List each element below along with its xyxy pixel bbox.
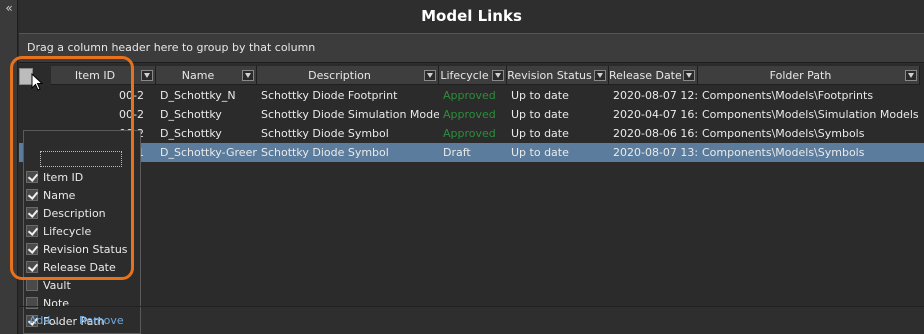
col-header-label: Item ID	[74, 69, 116, 82]
checkbox[interactable]	[26, 297, 38, 309]
checkbox[interactable]	[26, 225, 38, 237]
cell-lifecycle: Approved	[443, 89, 496, 102]
add-button[interactable]: Add...	[29, 314, 61, 327]
cell-description: Schottky Diode Simulation Model	[261, 108, 439, 121]
model-links-grid: Item ID Name Description Lifecycle Revis…	[19, 64, 924, 334]
chooser-item-label: Item ID	[43, 171, 84, 184]
chooser-item-release-date[interactable]: Release Date	[26, 259, 140, 277]
col-header-revision-status[interactable]: Revision Status	[507, 66, 609, 85]
cell-name: D_Schottky	[160, 108, 222, 121]
checkbox[interactable]	[26, 171, 38, 183]
filter-icon[interactable]	[594, 70, 606, 81]
checkbox[interactable]	[26, 243, 38, 255]
group-by-bar[interactable]: Drag a column header here to group by th…	[19, 33, 924, 63]
cell-name: D_Schottky_N	[160, 89, 236, 102]
checkbox[interactable]	[26, 189, 38, 201]
cell-description: Schottky Diode Symbol	[261, 127, 389, 140]
col-header-label: Name	[181, 69, 215, 82]
col-header-lifecycle[interactable]: Lifecycle	[439, 66, 507, 85]
cell-folder-path: Components\Models\Symbols	[702, 146, 865, 159]
table-row[interactable]: 00-2 D_Schottky Schottky Diode Simulatio…	[19, 105, 924, 124]
group-hint: Drag a column header here to group by th…	[27, 41, 316, 54]
cell-name: D_Schottky-Green	[160, 146, 257, 159]
cell-name: D_Schottky	[160, 127, 222, 140]
cell-description: Schottky Diode Footprint	[261, 89, 398, 102]
cell-lifecycle: Approved	[443, 127, 496, 140]
chooser-item-vault[interactable]: Vault	[26, 277, 140, 295]
cell-item-id: 00-2	[119, 108, 144, 121]
cell-lifecycle: Draft	[443, 146, 471, 159]
footer-divider	[19, 306, 924, 307]
chooser-item-label: Release Date	[43, 261, 116, 274]
chooser-item-description[interactable]: Description	[26, 205, 140, 223]
col-header-item-id[interactable]: Item ID	[51, 66, 156, 85]
cell-release-date: 2020-08-07 12:32	[613, 89, 698, 102]
cell-revision-status: Up to date	[511, 146, 569, 159]
column-chooser-dropdown: Item ID Name Description Lifecycle Revis…	[23, 130, 141, 334]
checkbox[interactable]	[26, 261, 38, 273]
cell-release-date: 2020-08-07 13:06	[613, 146, 698, 159]
chooser-item-label: Vault	[43, 279, 71, 292]
cell-revision-status: Up to date	[511, 127, 569, 140]
filter-icon[interactable]	[242, 70, 254, 81]
table-row[interactable]: 00-2 D_Schottky Schottky Diode Symbol Ap…	[19, 124, 924, 143]
chooser-item-label: Description	[43, 207, 106, 220]
filter-icon[interactable]	[492, 70, 504, 81]
mouse-cursor-icon	[31, 73, 44, 91]
collapse-icon[interactable]: «	[2, 2, 16, 16]
col-header-label: Lifecycle	[440, 69, 489, 82]
col-header-release-date[interactable]: Release Date	[609, 66, 698, 85]
chooser-item-label: Note	[43, 297, 70, 310]
chooser-item-name[interactable]: Name	[26, 187, 140, 205]
cell-release-date: 2020-04-07 16:49	[613, 108, 698, 121]
checkbox[interactable]	[26, 207, 38, 219]
cell-folder-path: Components\Models\Simulation Models	[702, 108, 919, 121]
chooser-item-revision-status[interactable]: Revision Status	[26, 241, 140, 259]
cell-item-id: 00-2	[119, 89, 144, 102]
cell-folder-path: Components\Models\Footprints	[702, 89, 874, 102]
model-links-panel: Model Links Drag a column header here to…	[19, 0, 924, 334]
chooser-search-box[interactable]	[40, 151, 122, 167]
col-header-name[interactable]: Name	[156, 66, 257, 85]
col-header-folder-path[interactable]: Folder Path	[698, 66, 920, 85]
checkbox[interactable]	[26, 279, 38, 291]
chooser-item-label: Revision Status	[43, 243, 128, 256]
filter-icon[interactable]	[141, 70, 153, 81]
table-row-selected[interactable]: 03-1 D_Schottky-Green Schottky Diode Sym…	[19, 143, 924, 162]
cell-revision-status: Up to date	[511, 89, 569, 102]
col-header-label: Description	[308, 69, 371, 82]
cell-revision-status: Up to date	[511, 108, 569, 121]
cell-folder-path: Components\Models\Symbols	[702, 127, 865, 140]
chooser-item-label: Name	[43, 189, 76, 202]
cell-lifecycle: Approved	[443, 108, 496, 121]
chooser-item-lifecycle[interactable]: Lifecycle	[26, 223, 140, 241]
col-header-label: Folder Path	[769, 69, 832, 82]
table-row[interactable]: 00-2 D_Schottky_N Schottky Diode Footpri…	[19, 86, 924, 105]
chooser-item-item-id[interactable]: Item ID	[26, 169, 140, 187]
side-strip: «	[0, 0, 18, 334]
filter-icon[interactable]	[683, 70, 695, 81]
filter-icon[interactable]	[905, 70, 917, 81]
cell-description: Schottky Diode Symbol	[261, 146, 389, 159]
col-header-description[interactable]: Description	[257, 66, 439, 85]
col-header-label: Release Date	[609, 69, 681, 82]
remove-button[interactable]: Remove	[79, 314, 124, 327]
filter-icon[interactable]	[424, 70, 436, 81]
chooser-item-label: Lifecycle	[43, 225, 92, 238]
chooser-item-note[interactable]: Note	[26, 295, 140, 313]
cell-release-date: 2020-08-06 16:35	[613, 127, 698, 140]
panel-title: Model Links	[421, 7, 522, 25]
col-header-label: Revision Status	[507, 69, 592, 82]
